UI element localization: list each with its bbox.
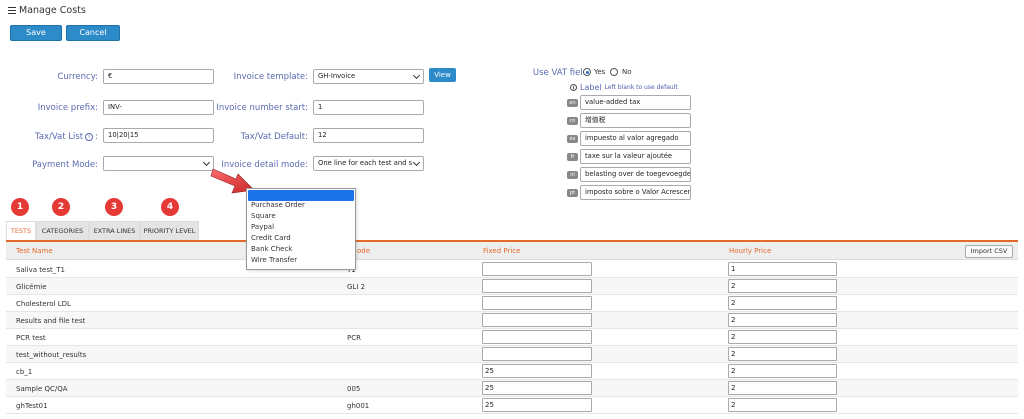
hourly-price-input[interactable]: 2 (728, 279, 837, 293)
use-vat-label: Use VAT field: (532, 68, 591, 78)
hourly-price-input[interactable]: 2 (728, 313, 837, 327)
invoice-detail-mode-select[interactable]: One line for each test and s (313, 156, 424, 171)
currency-label: Currency: (57, 72, 98, 82)
payment-mode-label: Payment Mode: (32, 160, 98, 170)
hourly-price-input[interactable]: 1 (728, 262, 837, 276)
hourly-price-input[interactable]: 2 (728, 347, 837, 361)
fixed-price-input[interactable]: 25 (482, 398, 592, 412)
chevron-down-icon (412, 71, 421, 80)
dropdown-option-wire-transfer[interactable]: Wire Transfer (251, 256, 297, 264)
code-cell: gh001 (347, 402, 370, 410)
vat-yes-radio[interactable] (583, 68, 591, 76)
lang-badge: nl (567, 171, 578, 179)
chevron-down-icon (202, 158, 211, 167)
globe-icon (570, 84, 577, 91)
vat-label-title: Label (580, 83, 602, 92)
column-fixed-price: Fixed Price (483, 247, 521, 255)
column-hourly-price: Hourly Price (729, 247, 772, 255)
test-name-cell: test_without_results (16, 351, 87, 359)
fixed-price-input[interactable] (482, 262, 592, 276)
payment-mode-select[interactable] (103, 156, 214, 171)
vat-yes-label: Yes (594, 68, 606, 76)
hourly-price-input[interactable]: 2 (728, 296, 837, 310)
vat-label-input[interactable]: imposto sobre o Valor Acrescentado (580, 185, 691, 200)
vat-label-input[interactable]: value-added tax (580, 95, 691, 110)
test-name-cell: ghTest01 (16, 402, 48, 410)
vat-label-input[interactable]: impuesto al valor agregado (580, 131, 691, 146)
code-cell: 005 (347, 385, 361, 393)
fixed-price-input[interactable] (482, 296, 592, 310)
hourly-price-input[interactable]: 2 (728, 364, 837, 378)
code-cell: GLI 2 (347, 283, 366, 291)
column-test-name: Test Name (16, 247, 53, 255)
vat-no-radio[interactable] (610, 68, 618, 76)
test-name-cell: Saliva test_T1 (16, 266, 65, 274)
invoice-prefix-input[interactable]: INV- (103, 100, 214, 115)
test-name-cell: Cholesterol LDL (16, 300, 71, 308)
dropdown-option-square[interactable]: Square (251, 212, 276, 220)
tab-priority-level[interactable]: PRIORITY LEVEL (140, 221, 199, 240)
info-icon[interactable]: i (85, 133, 94, 141)
dropdown-option-bank-check[interactable]: Bank Check (251, 245, 292, 253)
test-name-cell: Glicémie (16, 283, 47, 291)
invoice-number-start-input[interactable]: 1 (313, 100, 424, 115)
invoice-prefix-label: Invoice prefix: (37, 103, 98, 113)
column-code: ode (357, 247, 371, 255)
dropdown-option-empty[interactable] (248, 190, 354, 201)
fixed-price-input[interactable]: 25 (482, 381, 592, 395)
hourly-price-input[interactable]: 2 (728, 330, 837, 344)
tab-categories[interactable]: CATEGORIES (36, 221, 89, 240)
invoice-number-start-label: Invoice number start: (216, 103, 308, 113)
dropdown-option-credit-card[interactable]: Credit Card (251, 234, 291, 242)
view-button[interactable]: View (429, 68, 456, 82)
fixed-price-input[interactable] (482, 279, 592, 293)
vat-no-label: No (622, 68, 632, 76)
annotation-badge: 2 (52, 198, 70, 216)
invoice-template-select[interactable]: GH-Invoice (313, 69, 424, 84)
currency-input[interactable]: € (103, 69, 214, 84)
tab-extra-lines[interactable]: EXTRA LINES (89, 221, 140, 240)
taxvat-list-label: Tax/Vat List (34, 132, 84, 142)
vat-label-input[interactable]: belasting over de toegevoegde (580, 167, 691, 182)
lang-badge: es (567, 135, 578, 143)
chevron-down-icon (412, 158, 421, 167)
fixed-price-input[interactable] (482, 313, 592, 327)
page-title-text: Manage Costs (19, 5, 86, 16)
lang-badge: fr (567, 153, 578, 161)
import-csv-button[interactable]: Import CSV (965, 245, 1013, 258)
lang-badge: pt (567, 189, 578, 197)
taxvat-default-input[interactable]: 12 (313, 128, 424, 143)
page-title: Manage Costs (8, 5, 86, 16)
vat-label-input[interactable]: taxe sur la valeur ajoutée (580, 149, 691, 164)
lang-badge: en (567, 99, 578, 107)
fixed-price-input[interactable] (482, 330, 592, 344)
fixed-price-input[interactable] (482, 347, 592, 361)
taxvat-list-label-row: Tax/Vat List i : (34, 132, 98, 142)
hourly-price-input[interactable]: 2 (728, 381, 837, 395)
fixed-price-input[interactable]: 25 (482, 364, 592, 378)
cancel-button[interactable]: Cancel (66, 25, 120, 41)
dropdown-option-paypal[interactable]: Paypal (251, 223, 274, 231)
annotation-badge: 4 (161, 198, 179, 216)
code-cell: PCR (347, 334, 361, 342)
taxvat-list-input[interactable]: 10|20|15 (103, 128, 214, 143)
dropdown-option-purchase-order[interactable]: Purchase Order (251, 201, 305, 209)
invoice-template-label: Invoice template: (233, 72, 308, 82)
list-icon (8, 7, 16, 15)
taxvat-default-label: Tax/Vat Default: (240, 132, 308, 142)
test-name-cell: Sample QC/QA (16, 385, 68, 393)
annotation-badge: 1 (11, 198, 29, 216)
annotation-badge: 3 (105, 198, 123, 216)
test-name-cell: cb_1 (16, 368, 33, 376)
vat-label-row: Label Left blank to use default (570, 83, 678, 92)
test-name-cell: Results and file test (16, 317, 86, 325)
payment-mode-dropdown: Purchase Order Square Paypal Credit Card… (246, 188, 356, 270)
vat-label-input[interactable]: 增值税 (580, 113, 691, 128)
tab-tests[interactable]: TESTS (6, 221, 36, 240)
hourly-price-input[interactable]: 2 (728, 398, 837, 412)
lang-badge: cn (567, 117, 578, 125)
save-button[interactable]: Save (10, 25, 62, 41)
vat-label-hint: Left blank to use default (604, 84, 678, 91)
test-name-cell: PCR test (16, 334, 46, 342)
